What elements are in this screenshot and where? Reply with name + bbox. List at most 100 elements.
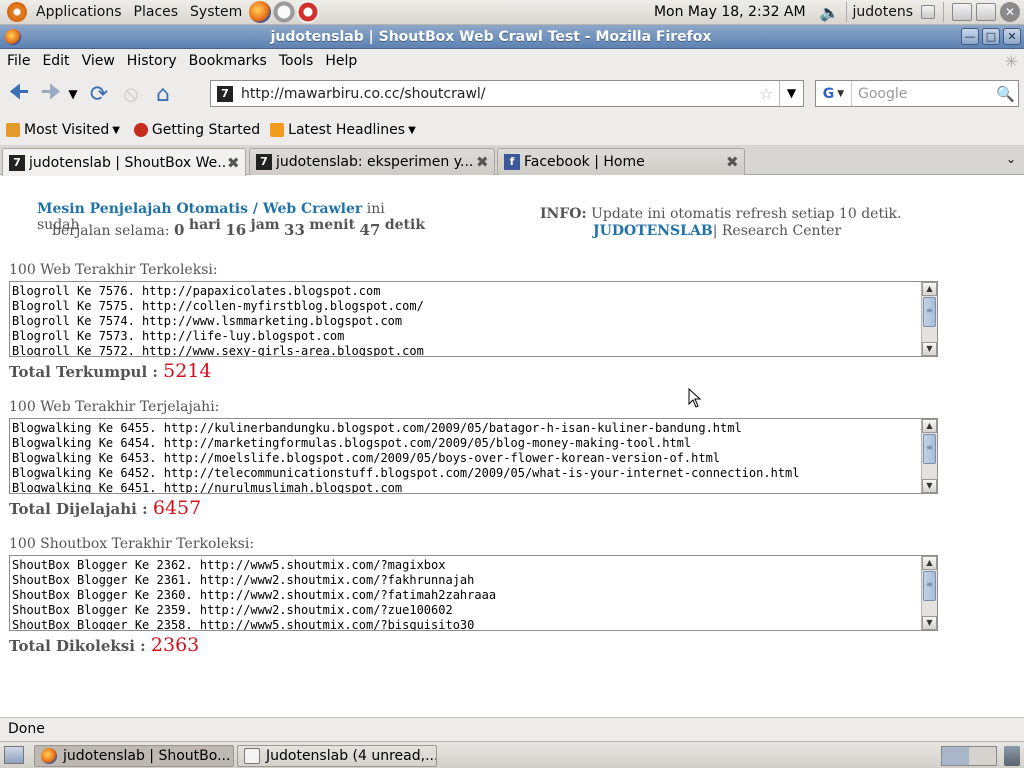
volume-icon[interactable]: 🔈 bbox=[814, 3, 846, 22]
firefox-bookmark-icon bbox=[133, 123, 148, 137]
bookmark-most-visited[interactable]: Most Visited ▼ bbox=[6, 122, 120, 138]
taskbar-item-mail[interactable]: Judotenslab (4 unread,... bbox=[237, 745, 437, 767]
total-collected-value: 5214 bbox=[163, 360, 212, 382]
home-button[interactable]: ⌂ bbox=[150, 81, 176, 107]
scroll-thumb[interactable]: ≡ bbox=[923, 434, 936, 464]
search-engine-icon[interactable]: G ▼ bbox=[816, 81, 852, 106]
scroll-down-icon[interactable]: ▼ bbox=[922, 342, 937, 356]
power-icon[interactable]: ✕ bbox=[1000, 2, 1020, 22]
bookmark-getting-started[interactable]: Getting Started bbox=[133, 122, 260, 138]
scroll-thumb[interactable]: ≡ bbox=[923, 297, 936, 327]
info-brand: JUDOTENSLAB| Research Center bbox=[593, 223, 842, 239]
site-favicon-icon: 7 bbox=[217, 85, 233, 102]
crawled-web-textarea[interactable]: Blogwalking Ke 6455. http://kulinerbandu… bbox=[9, 418, 938, 494]
system-menu[interactable]: System bbox=[184, 4, 248, 20]
uptime-minutes: 33 bbox=[284, 221, 305, 239]
mail-icon bbox=[244, 748, 260, 764]
clock[interactable]: Mon May 18, 2:32 AM bbox=[646, 4, 814, 20]
window-title: judotenslab | ShoutBox Web Crawl Test - … bbox=[270, 28, 712, 45]
section-label-collected: 100 Web Terakhir Terkoleksi: bbox=[9, 262, 218, 278]
bookmark-star-icon[interactable]: ☆ bbox=[759, 84, 779, 103]
user-menu[interactable]: judotens bbox=[847, 4, 919, 20]
maximize-button[interactable]: □ bbox=[982, 28, 1000, 45]
list-item: Blogwalking Ke 6454. http://marketingfor… bbox=[12, 436, 692, 450]
trash-icon[interactable] bbox=[1004, 746, 1020, 766]
close-tab-icon[interactable]: ✖ bbox=[726, 153, 744, 171]
collected-web-textarea[interactable]: Blogroll Ke 7576. http://papaxicolates.b… bbox=[9, 281, 938, 357]
scroll-down-icon[interactable]: ▼ bbox=[922, 479, 937, 493]
list-item: ShoutBox Blogger Ke 2358. http://www5.sh… bbox=[12, 618, 475, 631]
menu-bookmarks[interactable]: Bookmarks bbox=[182, 53, 272, 69]
window-titlebar[interactable]: judotenslab | ShoutBox Web Crawl Test - … bbox=[0, 25, 1024, 49]
workspace-switcher[interactable] bbox=[941, 746, 997, 766]
scrollbar[interactable]: ▲ ≡ ▼ bbox=[921, 282, 937, 356]
list-item: Blogroll Ke 7574. http://www.lsmmarketin… bbox=[12, 314, 403, 328]
help-launcher-icon[interactable] bbox=[297, 1, 320, 23]
scroll-up-icon[interactable]: ▲ bbox=[922, 419, 937, 433]
search-bar[interactable]: G ▼ Google 🔍 bbox=[815, 80, 1019, 107]
url-bar[interactable]: 7 http://mawarbiru.co.cc/shoutcrawl/ ☆ ▼ bbox=[210, 80, 804, 107]
menu-tools[interactable]: Tools bbox=[272, 53, 319, 69]
crawler-title: Mesin Penjelajah Otomatis / Web Crawler bbox=[37, 201, 363, 217]
ubuntu-logo-icon[interactable] bbox=[7, 2, 27, 22]
firefox-window-icon[interactable] bbox=[5, 28, 21, 45]
list-item: Blogwalking Ke 6453. http://moelslife.bl… bbox=[12, 451, 721, 465]
scroll-up-icon[interactable]: ▲ bbox=[922, 282, 937, 296]
crawler-uptime: berjalan selama: 0 hari 16 jam 33 menit … bbox=[52, 217, 426, 239]
folder-icon bbox=[6, 123, 20, 137]
close-tab-icon[interactable]: ✖ bbox=[476, 153, 494, 171]
display-icon[interactable] bbox=[976, 3, 996, 21]
status-bar: Done bbox=[0, 717, 1024, 741]
minimize-button[interactable]: — bbox=[961, 28, 979, 45]
brand-link[interactable]: JUDOTENSLAB bbox=[593, 223, 713, 239]
total-shoutbox-value: 2363 bbox=[150, 634, 200, 656]
applications-menu[interactable]: Applications bbox=[30, 4, 128, 20]
tab-eksperimen[interactable]: 7 judotenslab: eksperimen y... ✖ bbox=[249, 148, 495, 175]
menu-edit[interactable]: Edit bbox=[35, 53, 74, 69]
url-input[interactable]: http://mawarbiru.co.cc/shoutcrawl/ bbox=[241, 86, 759, 102]
menu-history[interactable]: History bbox=[120, 53, 182, 69]
menubar: File Edit View History Bookmarks Tools H… bbox=[0, 49, 1024, 73]
facebook-icon: f bbox=[504, 154, 520, 170]
close-window-button[interactable]: ✕ bbox=[1003, 28, 1021, 45]
history-dropdown-icon[interactable]: ▼ bbox=[66, 81, 80, 107]
list-item: Blogroll Ke 7572. http://www.sexy-girls-… bbox=[12, 344, 424, 357]
taskbar-item-firefox[interactable]: judotenslab | ShoutBo... bbox=[34, 745, 234, 767]
back-button[interactable]: 🠈 bbox=[6, 80, 32, 107]
tab-facebook[interactable]: f Facebook | Home ✖ bbox=[497, 148, 745, 175]
places-menu[interactable]: Places bbox=[128, 4, 185, 20]
url-history-dropdown-icon[interactable]: ▼ bbox=[779, 81, 803, 106]
close-tab-icon[interactable]: ✖ bbox=[227, 154, 245, 172]
menu-help[interactable]: Help bbox=[318, 53, 362, 69]
scroll-thumb[interactable]: ≡ bbox=[923, 571, 936, 601]
list-item: ShoutBox Blogger Ke 2361. http://www2.sh… bbox=[12, 573, 475, 587]
forward-button[interactable]: 🠊 bbox=[38, 80, 64, 107]
tab-shoutbox[interactable]: 7 judotenslab | ShoutBox We... ✖ bbox=[2, 148, 246, 176]
bookmark-latest-headlines[interactable]: Latest Headlines ▼ bbox=[270, 122, 416, 138]
scrollbar[interactable]: ▲ ≡ ▼ bbox=[921, 419, 937, 493]
menu-view[interactable]: View bbox=[75, 53, 120, 69]
tab-bar: 7 judotenslab | ShoutBox We... ✖ 7 judot… bbox=[0, 145, 1024, 176]
stop-button[interactable]: ⦸ bbox=[118, 81, 144, 107]
search-icon[interactable]: 🔍 bbox=[996, 85, 1018, 103]
total-crawled-value: 6457 bbox=[152, 497, 202, 519]
reload-button[interactable]: ⟳ bbox=[86, 81, 112, 107]
scroll-up-icon[interactable]: ▲ bbox=[922, 556, 937, 570]
search-input[interactable]: Google bbox=[852, 86, 996, 102]
list-item: ShoutBox Blogger Ke 2362. http://www5.sh… bbox=[12, 558, 446, 572]
menu-file[interactable]: File bbox=[0, 53, 35, 69]
list-all-tabs-icon[interactable]: ⌄ bbox=[1006, 152, 1016, 166]
firefox-launcher-icon[interactable] bbox=[249, 1, 272, 23]
mail-launcher-icon[interactable] bbox=[273, 1, 296, 23]
user-status-icon[interactable] bbox=[921, 5, 935, 19]
uptime-days: 0 bbox=[174, 221, 185, 239]
scroll-down-icon[interactable]: ▼ bbox=[922, 616, 937, 630]
list-item: Blogwalking Ke 6451. http://nurulmuslima… bbox=[12, 481, 403, 494]
shoutbox-textarea[interactable]: ShoutBox Blogger Ke 2362. http://www5.sh… bbox=[9, 555, 938, 631]
network-icon[interactable] bbox=[952, 3, 972, 21]
bookmarks-toolbar: Most Visited ▼ Getting Started Latest Hea… bbox=[0, 115, 1024, 145]
page-content: Mesin Penjelajah Otomatis / Web Crawler … bbox=[0, 176, 1024, 717]
scrollbar[interactable]: ▲ ≡ ▼ bbox=[921, 556, 937, 630]
show-desktop-icon[interactable] bbox=[4, 746, 24, 764]
total-collected: Total Terkumpul : 5214 bbox=[9, 360, 212, 382]
